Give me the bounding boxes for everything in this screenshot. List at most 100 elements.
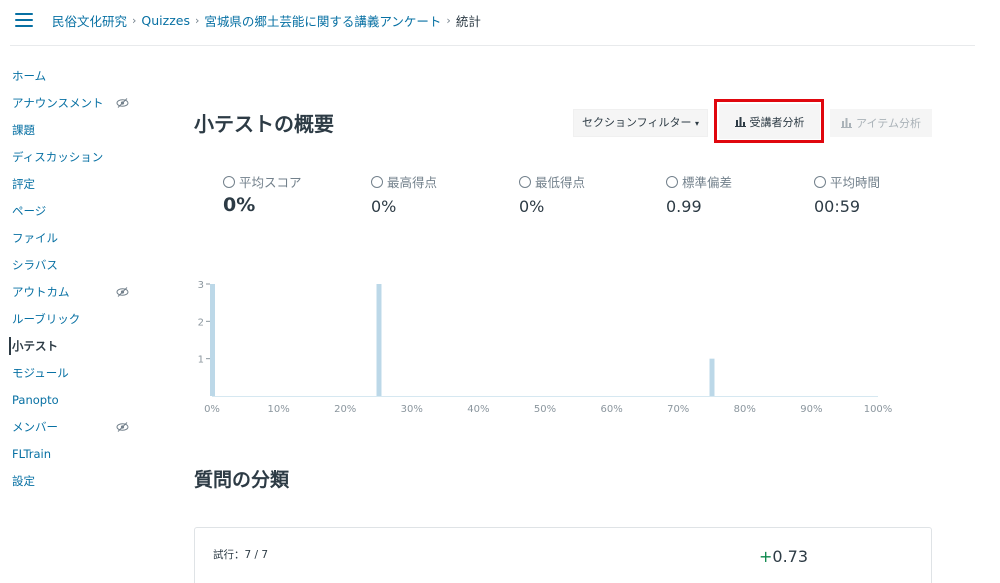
sidebar-item[interactable]: 小テスト: [9, 337, 142, 364]
x-tick-label: 10%: [267, 404, 289, 415]
chevron-right-icon: ›: [132, 14, 137, 27]
sidebar-item[interactable]: アウトカム: [12, 283, 142, 310]
bar-chart-icon: [734, 116, 746, 127]
top-bar: 民俗文化研究 › Quizzes › 宮城県の郷土芸能に関する講義アンケート ›…: [0, 0, 1000, 46]
sidebar-item-label: ルーブリック: [12, 312, 81, 326]
eye-slash-icon: [116, 287, 129, 297]
sidebar-item[interactable]: ディスカッション: [12, 148, 142, 175]
stat-label: 標準偏差: [682, 175, 733, 190]
histogram-bar: [376, 284, 382, 396]
x-tick-label: 70%: [667, 404, 689, 415]
score-distribution-chart: 1230% 10% 20% 30% 40% 50% 60% 70% 80% 90% 100%: [198, 280, 893, 415]
sidebar-item-label: シラバス: [12, 258, 58, 272]
sidebar-item-label: 設定: [12, 474, 35, 488]
sidebar-item-label: メンバー: [12, 420, 58, 434]
x-tick-label: 40%: [467, 404, 489, 415]
sidebar-item[interactable]: ホーム: [12, 67, 142, 94]
sidebar-item-label: Panopto: [12, 393, 59, 407]
x-tick-label: 80%: [734, 404, 756, 415]
sidebar-item[interactable]: FLTrain: [12, 445, 142, 472]
discrimination-score: +0.73: [759, 547, 808, 566]
sidebar-item-label: ページ: [12, 204, 47, 218]
stat-label: 最高得点: [387, 175, 438, 190]
x-tick-label: 30%: [401, 404, 423, 415]
sidebar-item-label: ファイル: [12, 231, 58, 245]
chevron-right-icon: ›: [194, 14, 200, 27]
sidebar-item-label: FLTrain: [12, 447, 52, 461]
student-analysis-label: 受講者分析: [749, 115, 805, 129]
stat-value: 0%: [223, 194, 256, 216]
sidebar-item-label: 評定: [12, 177, 35, 191]
sidebar-item-label: 課題: [12, 123, 35, 137]
course-navigation: ホームアナウンスメント 課題ディスカッション 評定ページファイルシラバスアウトカムル…: [9, 67, 142, 499]
x-tick-label: 0%: [204, 404, 220, 415]
breadcrumb-current: 統計: [455, 14, 481, 29]
sidebar-item[interactable]: モジュール: [12, 364, 142, 391]
sidebar-item[interactable]: ファイル: [12, 229, 142, 256]
stat-label: 平均時間: [830, 175, 881, 190]
section-filter-dropdown[interactable]: セクションフィルター ▾: [573, 109, 708, 137]
question-card: 試行：7 / 7 +0.73: [194, 527, 932, 583]
eye-slash-icon: [116, 98, 129, 108]
x-tick-label: 100%: [864, 404, 893, 415]
caret-down-icon: ▾: [694, 119, 699, 128]
histogram-bar: [210, 284, 215, 396]
score-icon: [223, 175, 235, 188]
attempts-count: 試行：7 / 7: [213, 549, 269, 561]
chevron-right-icon: ›: [446, 14, 451, 27]
stat-standard-deviation: 標準偏差 0.99: [666, 172, 732, 216]
arrow-up-right-icon: [371, 175, 383, 188]
stat-value: 00:59: [814, 197, 861, 216]
section-filter-label: セクションフィルター: [582, 116, 692, 129]
eye-slash-icon: [116, 422, 129, 432]
breadcrumb-course[interactable]: 民俗文化研究: [52, 11, 127, 30]
x-tick-label: 60%: [600, 404, 622, 415]
arrow-down-right-icon: [519, 175, 531, 188]
stat-average-score: 平均スコア 0%: [223, 172, 302, 216]
sidebar-item[interactable]: シラバス: [12, 256, 142, 283]
divider: [10, 45, 975, 46]
stat-label: 平均スコア: [239, 175, 302, 190]
stat-value: 0%: [519, 197, 545, 216]
sidebar-item[interactable]: Panopto: [12, 391, 142, 418]
clock-icon: [814, 175, 826, 188]
sidebar-item[interactable]: 設定: [12, 472, 142, 499]
page-title: 小テストの概要: [194, 112, 334, 136]
stat-high-score: 最高得点 0%: [371, 172, 437, 216]
sidebar-item-label: アナウンスメント: [12, 96, 104, 110]
score-value: 0.73: [772, 547, 809, 566]
stat-label: 最低得点: [535, 175, 586, 190]
sidebar-item[interactable]: ルーブリック: [12, 310, 142, 337]
score-sign: +: [759, 547, 773, 566]
sidebar-item[interactable]: アナウンスメント: [12, 94, 142, 121]
stat-value: 0.99: [666, 197, 702, 216]
x-tick-label: 20%: [334, 404, 356, 415]
stat-low-score: 最低得点 0%: [519, 172, 585, 216]
sidebar-item[interactable]: メンバー: [12, 418, 142, 445]
sidebar-item-label: モジュール: [12, 366, 69, 380]
sidebar-item-label: ディスカッション: [12, 150, 104, 164]
sidebar-item-label: アウトカム: [12, 285, 70, 299]
y-tick-label: 2: [198, 317, 204, 328]
question-breakdown-title: 質問の分類: [194, 469, 290, 491]
breadcrumb: 民俗文化研究 › Quizzes › 宮城県の郷土芸能に関する講義アンケート ›…: [52, 11, 481, 30]
item-analysis-label: アイテム分析: [856, 117, 921, 130]
y-tick-label: 1: [198, 355, 204, 366]
sidebar-item[interactable]: 評定: [12, 175, 142, 202]
stat-value: 0%: [371, 197, 397, 216]
sidebar-item-label: ホーム: [12, 69, 47, 83]
x-tick-label: 50%: [534, 404, 556, 415]
bar-chart-icon: [841, 118, 853, 128]
item-analysis-button[interactable]: アイテム分析: [830, 109, 932, 137]
x-tick-label: 90%: [800, 404, 822, 415]
stat-average-time: 平均時間 00:59: [814, 172, 880, 216]
hamburger-menu-icon[interactable]: [15, 13, 33, 27]
student-analysis-button[interactable]: 受講者分析: [719, 104, 820, 139]
sidebar-item[interactable]: 課題: [12, 121, 142, 148]
sigma-icon: [666, 175, 678, 188]
sidebar-item[interactable]: ページ: [12, 202, 142, 229]
breadcrumb-quiz[interactable]: 宮城県の郷土芸能に関する講義アンケート: [204, 11, 441, 30]
breadcrumb-quizzes[interactable]: Quizzes: [141, 13, 190, 28]
sidebar-item-label: 小テスト: [12, 339, 58, 353]
y-tick-label: 3: [198, 280, 204, 291]
